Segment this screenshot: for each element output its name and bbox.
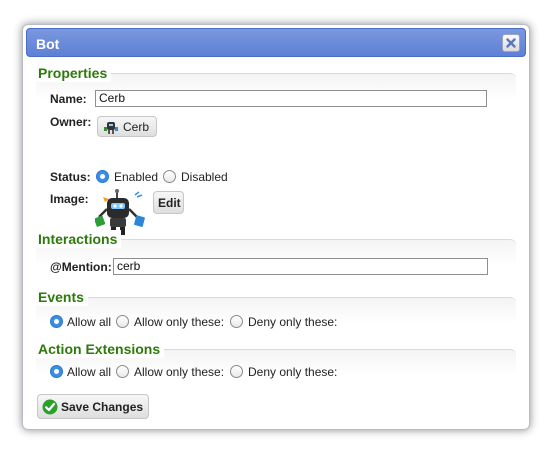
events-allow-all-label[interactable]: Allow all (67, 315, 111, 329)
close-button[interactable] (502, 34, 520, 52)
owner-button[interactable]: Cerb (97, 116, 157, 137)
properties-legend: Properties (36, 64, 112, 82)
check-circle-icon (42, 399, 58, 415)
status-disabled-label[interactable]: Disabled (181, 170, 228, 184)
events-section: Events Allow all Allow only these: Deny … (36, 288, 516, 341)
events-allow-only-radio[interactable] (116, 315, 129, 328)
status-disabled-radio[interactable] (163, 170, 176, 183)
actions-deny-only-label[interactable]: Deny only these: (248, 365, 337, 379)
save-changes-label: Save Changes (61, 400, 144, 414)
bot-icon (104, 122, 118, 134)
dialog-titlebar[interactable]: Bot (26, 28, 526, 57)
actions-deny-only-radio[interactable] (230, 365, 243, 378)
actions-allow-all-radio[interactable] (50, 365, 63, 378)
action-extensions-section: Action Extensions Allow all Allow only t… (36, 340, 516, 389)
close-icon (506, 38, 516, 48)
save-changes-button[interactable]: Save Changes (37, 394, 149, 419)
name-label: Name: (50, 92, 87, 106)
actions-allow-all-label[interactable]: Allow all (67, 365, 111, 379)
status-enabled-label[interactable]: Enabled (114, 170, 158, 184)
bot-dialog: Bot Properties Name: Cerb Owner: Cerb St… (22, 24, 530, 430)
events-deny-only-label[interactable]: Deny only these: (248, 315, 337, 329)
owner-label: Owner: (50, 115, 92, 129)
action-extensions-legend: Action Extensions (36, 340, 165, 358)
events-legend: Events (36, 288, 88, 306)
interactions-legend: Interactions (36, 230, 122, 248)
name-input[interactable]: Cerb (95, 90, 487, 107)
actions-allow-only-label[interactable]: Allow only these: (134, 365, 224, 379)
image-label: Image: (50, 192, 89, 206)
image-edit-label: Edit (158, 196, 181, 210)
status-label: Status: (50, 170, 91, 184)
actions-allow-only-radio[interactable] (116, 365, 129, 378)
status-enabled-radio[interactable] (96, 170, 109, 183)
dialog-title: Bot (36, 36, 60, 52)
interactions-section: Interactions @Mention: cerb (36, 230, 516, 289)
owner-button-label: Cerb (123, 120, 150, 134)
mention-label: @Mention: (50, 260, 112, 274)
events-allow-all-radio[interactable] (50, 315, 63, 328)
events-allow-only-label[interactable]: Allow only these: (134, 315, 224, 329)
image-edit-button[interactable]: Edit (153, 191, 184, 214)
events-deny-only-radio[interactable] (230, 315, 243, 328)
mention-input[interactable]: cerb (113, 258, 488, 275)
properties-section: Properties Name: Cerb Owner: Cerb Status… (36, 64, 516, 235)
